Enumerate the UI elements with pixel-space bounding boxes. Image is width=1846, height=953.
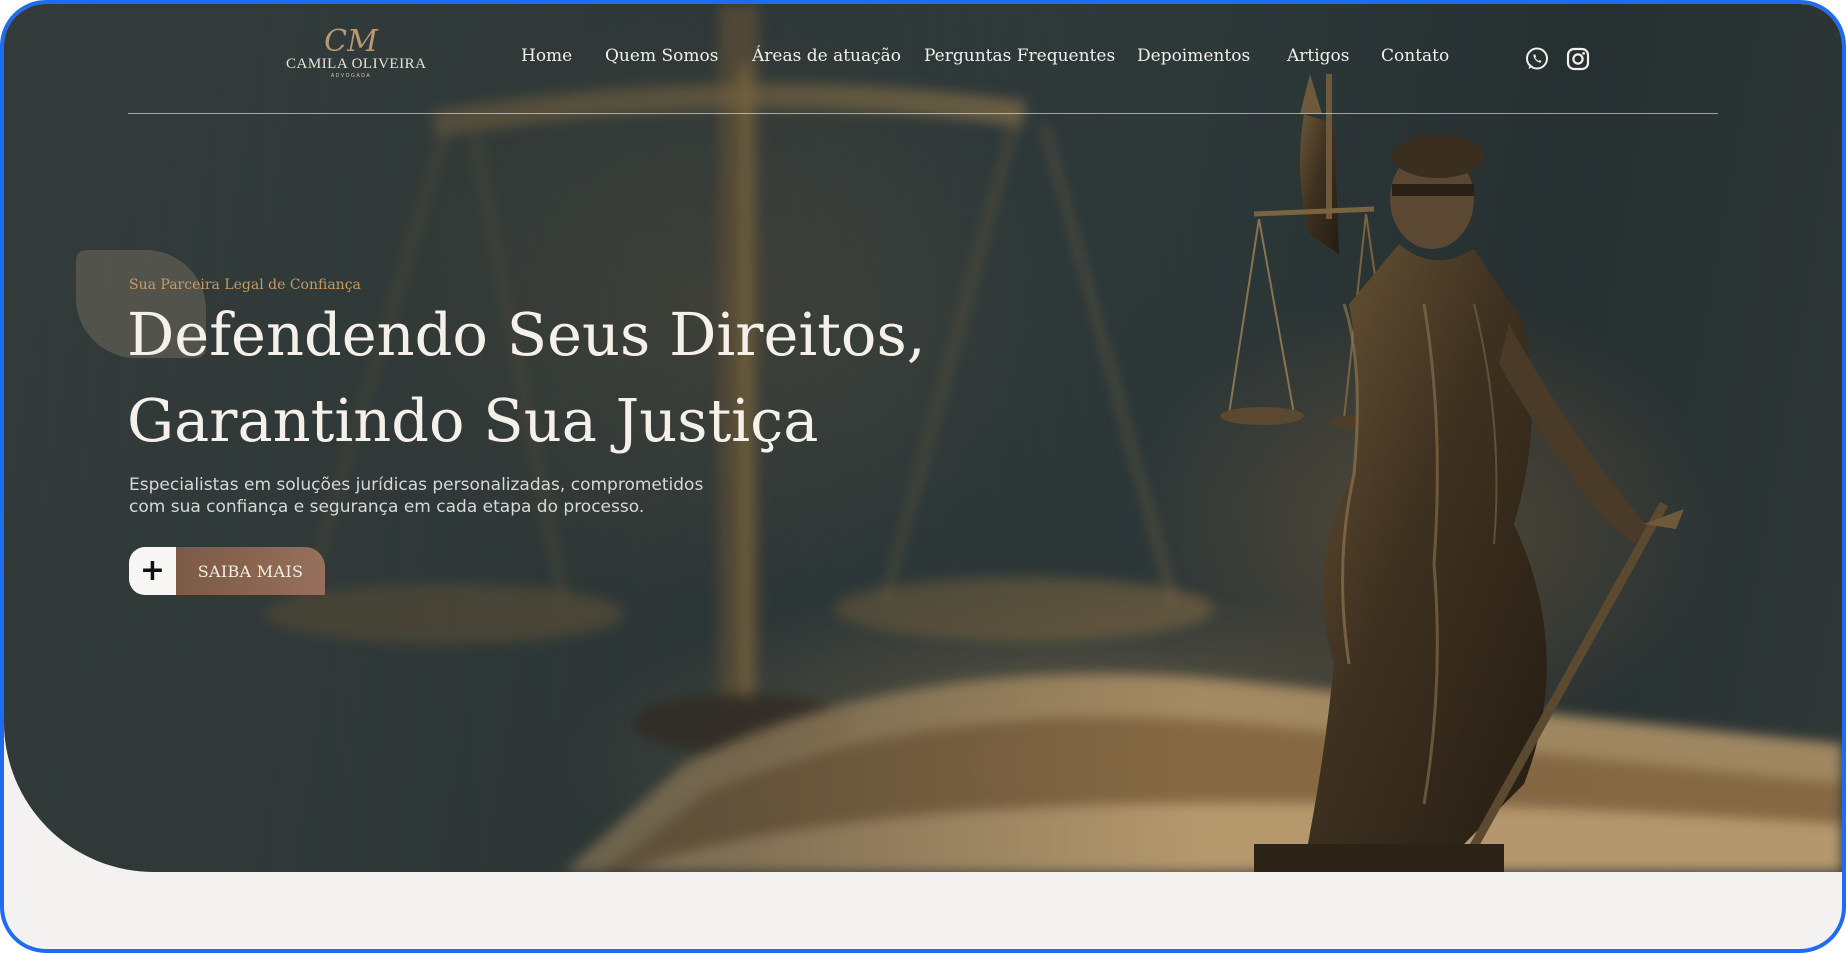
saiba-mais-button[interactable]: + SAIBA MAIS [129, 547, 325, 595]
nav-item-faq[interactable]: Perguntas Frequentes [924, 46, 1115, 66]
hero-headline: Defendendo Seus Direitos, Garantindo Sua… [127, 292, 1027, 464]
nav-item-quem-somos[interactable]: Quem Somos [605, 46, 718, 66]
instagram-icon[interactable] [1565, 46, 1591, 72]
hero-description-line-1: Especialistas em soluções jurídicas pers… [129, 475, 704, 495]
nav-item-contato[interactable]: Contato [1381, 46, 1449, 66]
browser-frame: CM CAMILA OLIVEIRA ADVOGADA Home Quem So… [0, 0, 1846, 953]
nav-item-artigos[interactable]: Artigos [1287, 46, 1350, 66]
nav-item-depoimentos[interactable]: Depoimentos [1137, 46, 1250, 66]
hero-headline-line-1: Defendendo Seus Direitos, [127, 300, 926, 369]
whatsapp-icon[interactable] [1524, 46, 1550, 72]
hero-headline-line-2: Garantindo Sua Justiça [127, 386, 819, 455]
saiba-mais-label: SAIBA MAIS [176, 547, 325, 595]
hero-description: Especialistas em soluções jurídicas pers… [129, 474, 809, 518]
nav-item-home[interactable]: Home [521, 46, 572, 66]
header-divider [128, 113, 1718, 114]
hero-description-line-2: com sua confiança e segurança em cada et… [129, 497, 645, 517]
plus-icon: + [129, 547, 176, 595]
nav-item-areas[interactable]: Áreas de atuação [752, 46, 901, 66]
hero-eyebrow: Sua Parceira Legal de Confiança [129, 277, 361, 293]
hero-section: CM CAMILA OLIVEIRA ADVOGADA Home Quem So… [4, 4, 1842, 872]
